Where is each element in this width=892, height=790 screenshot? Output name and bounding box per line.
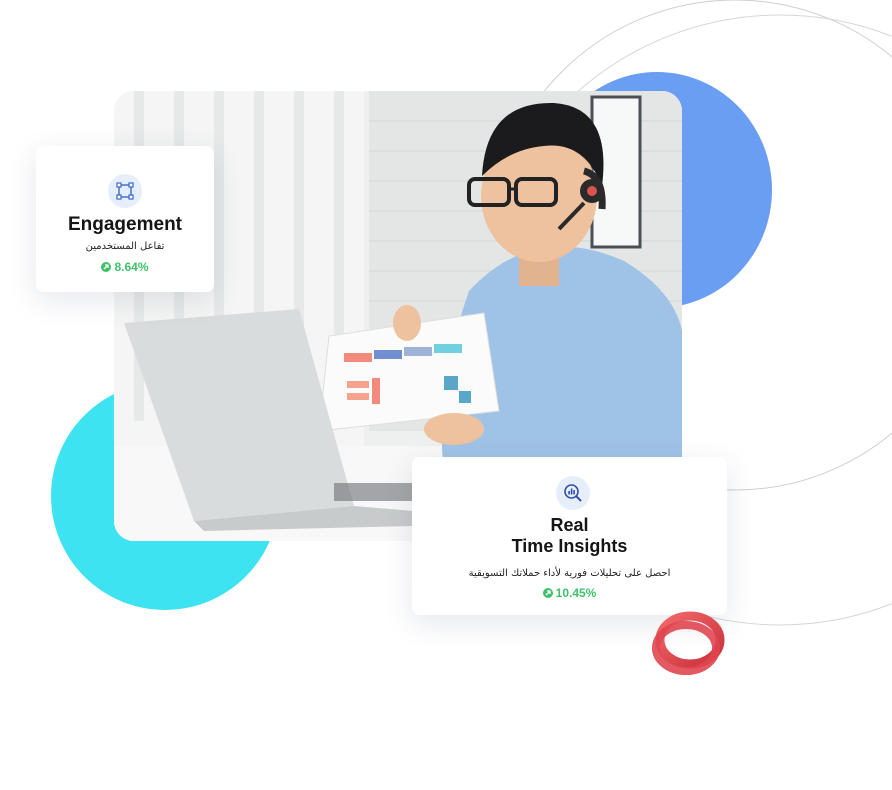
engagement-title: Engagement — [67, 214, 183, 235]
insights-stat: 10.45% — [412, 586, 727, 600]
magnify-chart-icon — [556, 476, 590, 510]
insights-title-line1: Real — [550, 515, 589, 535]
insights-stat-value: 10.45% — [555, 586, 597, 600]
arrow-up-icon — [101, 262, 112, 272]
arrow-up-icon — [542, 588, 553, 598]
engagement-subtitle: تفاعل المستخدمين — [85, 241, 165, 252]
insights-title-line2: Time Insights — [511, 536, 628, 556]
engagement-stat-value: 8.64% — [114, 260, 149, 274]
nodes-square-icon — [108, 174, 142, 208]
engagement-card: Engagement تفاعل المستخدمين 8.64% — [36, 146, 214, 292]
insights-card: Real Time Insights احصل على تحليلات فوري… — [412, 457, 727, 615]
engagement-stat: 8.64% — [36, 260, 214, 274]
red-spiral-decoration — [652, 611, 725, 675]
insights-title: Real Time Insights — [412, 515, 727, 557]
insights-subtitle: احصل على تحليلات فورية لأداء حملاتك التس… — [468, 568, 671, 579]
